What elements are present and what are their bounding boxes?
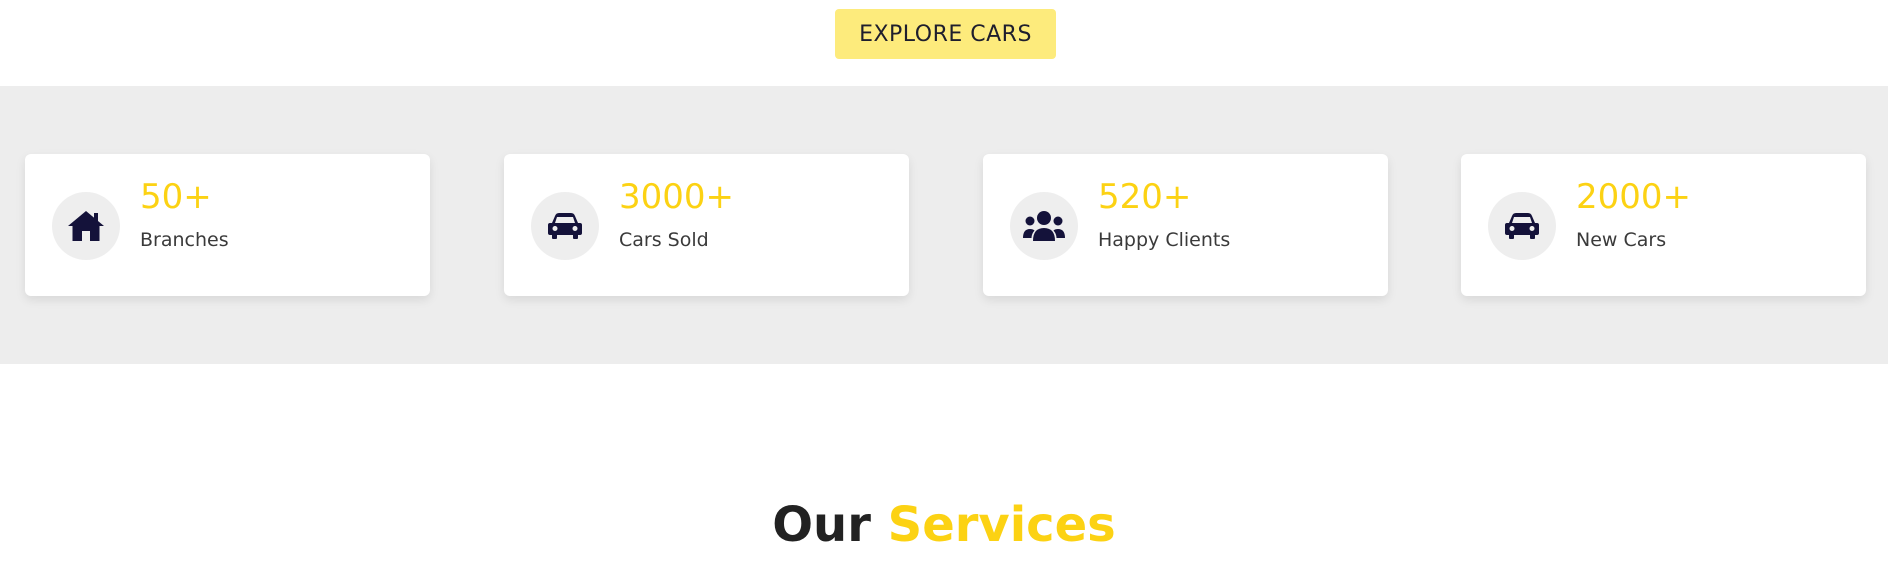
stat-icon-circle (531, 192, 599, 260)
home-icon (68, 211, 104, 241)
stat-label: Cars Sold (619, 229, 709, 251)
services-heading: Our Services (0, 495, 1888, 555)
stat-number: 2000+ (1576, 177, 1692, 217)
stat-number: 50+ (140, 177, 212, 217)
hero-cta-section: EXPLORE CARS (0, 0, 1888, 86)
stat-number: 3000+ (619, 177, 735, 217)
explore-cars-button[interactable]: EXPLORE CARS (835, 9, 1056, 59)
stat-icon-circle (52, 192, 120, 260)
stat-card-branches: 50+ Branches (25, 154, 430, 296)
stat-number: 520+ (1098, 177, 1192, 217)
stat-card-new-cars: 2000+ New Cars (1461, 154, 1866, 296)
stat-icon-circle (1488, 192, 1556, 260)
stat-label: New Cars (1576, 229, 1667, 251)
stat-icon-circle (1010, 192, 1078, 260)
stat-label: Happy Clients (1098, 229, 1231, 251)
stat-card-happy-clients: 520+ Happy Clients (983, 154, 1388, 296)
stats-section: 50+ Branches 3000+ Cars Sold 520+ Happy … (0, 86, 1888, 364)
stat-card-cars-sold: 3000+ Cars Sold (504, 154, 909, 296)
stat-label: Branches (140, 229, 229, 251)
car-icon (1505, 213, 1539, 239)
services-heading-part2: Services (887, 497, 1116, 553)
services-heading-part1: Our (772, 497, 871, 553)
car-icon (548, 213, 582, 239)
users-icon (1023, 211, 1065, 241)
